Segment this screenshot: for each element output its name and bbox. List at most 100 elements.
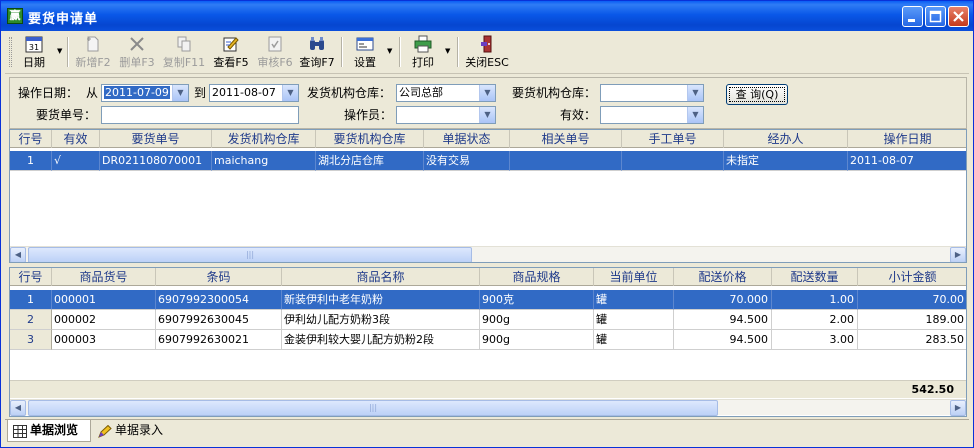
scroll-left-icon[interactable]: ◀ (10, 247, 26, 262)
spec-cell[interactable]: 900克 (480, 290, 594, 310)
valid-cell[interactable]: √ (52, 151, 100, 171)
date-dropdown-arrow-icon[interactable]: ▼ (57, 47, 62, 55)
qty-cell[interactable]: 1.00 (772, 290, 858, 310)
detail-col-unit[interactable]: 当前单位 (594, 268, 674, 286)
view-button[interactable]: 查看F5 (211, 34, 251, 70)
order-col-req-wh[interactable]: 要货机构仓库 (316, 130, 424, 148)
unit-cell[interactable]: 罐 (594, 310, 674, 330)
date-cell[interactable]: 2011-08-07 (848, 151, 966, 171)
detail-grid-scrollbar[interactable]: ◀ ||| ▶ (10, 399, 966, 416)
qty-cell[interactable]: 3.00 (772, 330, 858, 350)
barcode-cell[interactable]: 6907992630021 (156, 330, 282, 350)
toolbar-separator (457, 37, 459, 67)
minimize-button[interactable] (902, 6, 923, 27)
product-name-cell[interactable]: 伊利幼儿配方奶粉3段 (282, 310, 480, 330)
sku-cell[interactable]: 000002 (52, 310, 156, 330)
scroll-right-icon[interactable]: ▶ (950, 400, 966, 416)
order-col-status[interactable]: 单据状态 (424, 130, 510, 148)
table-row[interactable]: 1 √ DR021108070001 maichang 湖北分店仓库 没有交易 … (10, 151, 966, 171)
query-button[interactable]: 查询F7 (297, 34, 337, 70)
detail-col-sku[interactable]: 商品货号 (52, 268, 156, 286)
order-col-order-no[interactable]: 要货单号 (100, 130, 212, 148)
order-col-send-wh[interactable]: 发货机构仓库 (212, 130, 316, 148)
order-col-line[interactable]: 行号 (10, 130, 52, 148)
request-no-input[interactable] (101, 106, 299, 124)
date-button[interactable]: 31 日期 (17, 34, 51, 70)
unit-cell[interactable]: 罐 (594, 290, 674, 310)
chevron-down-icon[interactable]: ▼ (479, 85, 495, 101)
scroll-right-icon[interactable]: ▶ (950, 247, 966, 262)
barcode-cell[interactable]: 6907992630045 (156, 310, 282, 330)
valid-label: 有效： (560, 108, 597, 122)
scroll-left-icon[interactable]: ◀ (10, 400, 26, 416)
spec-cell[interactable]: 900g (480, 330, 594, 350)
request-warehouse-select[interactable]: ▼ (600, 84, 704, 102)
price-cell[interactable]: 94.500 (674, 310, 772, 330)
send-warehouse-select[interactable]: 公司总部 ▼ (396, 84, 496, 102)
copy-button[interactable]: 复制F11 (161, 34, 207, 70)
send-wh-cell[interactable]: maichang (212, 151, 316, 171)
subtotal-cell[interactable]: 283.50 (858, 330, 966, 350)
scrollbar-thumb[interactable]: ||| (28, 400, 718, 416)
date-to-picker[interactable]: 2011-08-07 ▼ (209, 84, 299, 102)
table-row[interactable]: 3 000003 6907992630021 金装伊利较大婴儿配方奶粉2段 90… (10, 330, 966, 350)
detail-col-barcode[interactable]: 条码 (156, 268, 282, 286)
tab-entry[interactable]: 单据录入 (93, 420, 177, 442)
req-wh-cell[interactable]: 湖北分店仓库 (316, 151, 424, 171)
order-col-related-no[interactable]: 相关单号 (510, 130, 622, 148)
detail-col-subtotal[interactable]: 小计金额 (858, 268, 966, 286)
detail-col-spec[interactable]: 商品规格 (480, 268, 594, 286)
detail-col-line[interactable]: 行号 (10, 268, 52, 286)
price-cell[interactable]: 94.500 (674, 330, 772, 350)
sku-cell[interactable]: 000001 (52, 290, 156, 310)
maximize-button[interactable] (925, 6, 946, 27)
chevron-down-icon[interactable]: ▼ (687, 85, 703, 101)
date-from-picker[interactable]: 2011-07-09 ▼ (101, 84, 189, 102)
order-col-manual-no[interactable]: 手工单号 (622, 130, 724, 148)
status-cell[interactable]: 没有交易 (424, 151, 510, 171)
new-button[interactable]: 新增F2 (73, 34, 113, 70)
scrollbar-thumb[interactable]: ||| (28, 247, 472, 262)
chevron-down-icon[interactable]: ▼ (172, 85, 188, 101)
chevron-down-icon[interactable]: ▼ (479, 107, 495, 123)
order-col-handler[interactable]: 经办人 (724, 130, 848, 148)
manual-no-cell[interactable] (622, 151, 724, 171)
title-bar[interactable]: 赢 要货申请单 (1, 1, 973, 31)
order-grid-scrollbar[interactable]: ◀ ||| ▶ (10, 246, 966, 262)
chevron-down-icon[interactable]: ▼ (687, 107, 703, 123)
unit-cell[interactable]: 罐 (594, 330, 674, 350)
table-row[interactable]: 2 000002 6907992630045 伊利幼儿配方奶粉3段 900g 罐… (10, 310, 966, 330)
order-col-date[interactable]: 操作日期 (848, 130, 966, 148)
spec-cell[interactable]: 900g (480, 310, 594, 330)
audit-button[interactable]: 审核F6 (255, 34, 295, 70)
chevron-down-icon[interactable]: ▼ (282, 85, 298, 101)
operator-select[interactable]: ▼ (396, 106, 496, 124)
valid-select[interactable]: ▼ (600, 106, 704, 124)
subtotal-cell[interactable]: 70.00 (858, 290, 966, 310)
product-name-cell[interactable]: 新装伊利中老年奶粉 (282, 290, 480, 310)
toolbar-grip[interactable] (9, 37, 12, 67)
order-col-valid[interactable]: 有效 (52, 130, 100, 148)
order-no-cell[interactable]: DR021108070001 (100, 151, 212, 171)
subtotal-cell[interactable]: 189.00 (858, 310, 966, 330)
close-window-button[interactable] (948, 6, 969, 27)
tab-browse[interactable]: 单据浏览 (7, 420, 91, 442)
print-dropdown-arrow-icon[interactable]: ▼ (445, 47, 450, 55)
price-cell[interactable]: 70.000 (674, 290, 772, 310)
detail-col-qty[interactable]: 配送数量 (772, 268, 858, 286)
table-row[interactable]: 1 000001 6907992300054 新装伊利中老年奶粉 900克 罐 … (10, 290, 966, 310)
barcode-cell[interactable]: 6907992300054 (156, 290, 282, 310)
print-button[interactable]: 打印 (405, 34, 441, 70)
close-button[interactable]: 关闭ESC (463, 34, 511, 70)
related-no-cell[interactable] (510, 151, 622, 171)
product-name-cell[interactable]: 金装伊利较大婴儿配方奶粉2段 (282, 330, 480, 350)
sku-cell[interactable]: 000003 (52, 330, 156, 350)
detail-col-price[interactable]: 配送价格 (674, 268, 772, 286)
search-button[interactable]: 查 询(Q) (726, 84, 788, 105)
qty-cell[interactable]: 2.00 (772, 310, 858, 330)
detail-col-name[interactable]: 商品名称 (282, 268, 480, 286)
settings-dropdown-arrow-icon[interactable]: ▼ (387, 47, 392, 55)
delete-button[interactable]: 删单F3 (117, 34, 157, 70)
handler-cell[interactable]: 未指定 (724, 151, 848, 171)
settings-button[interactable]: 设置 (347, 34, 383, 70)
